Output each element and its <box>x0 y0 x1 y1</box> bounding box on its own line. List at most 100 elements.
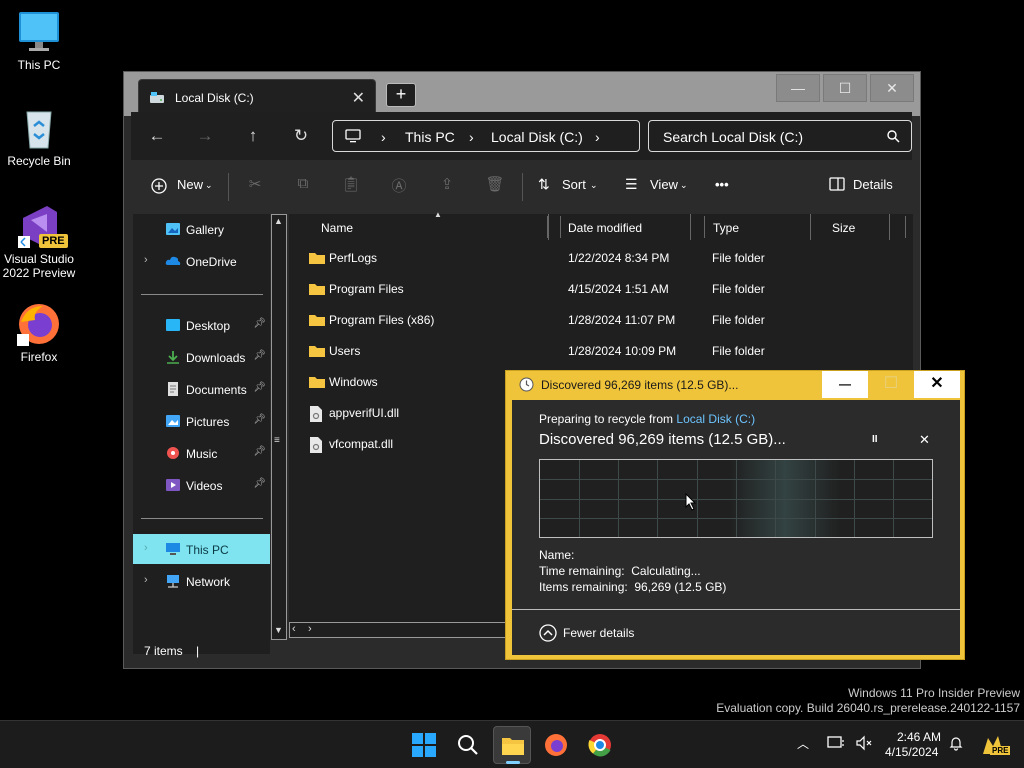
horizontal-scrollbar[interactable]: ‹ › <box>289 622 519 638</box>
dialog-divider <box>512 609 960 610</box>
tab-close-icon[interactable]: ✕ <box>352 88 365 108</box>
maximize-button[interactable]: ☐ <box>823 74 867 102</box>
chrome-icon <box>588 734 611 757</box>
firefox-taskbar-button[interactable] <box>537 726 575 764</box>
dialog-title-bar[interactable]: Discovered 96,269 items (12.5 GB)... — ☐… <box>506 371 964 399</box>
insider-pre-icon[interactable]: PRE <box>980 732 1011 761</box>
column-header-type[interactable]: Type <box>705 214 811 240</box>
command-bar: New ⌄ ✂ ⧉ 📋︎ Ⓐ ⇪ 🗑︎ ⇅ Sort ⌄ ☰ View ⌄ ••… <box>133 163 749 211</box>
copy-icon[interactable]: ⧉ <box>292 175 314 197</box>
file-date: 1/28/2024 11:07 PM <box>568 313 676 327</box>
desktop-icon-recycle-bin[interactable]: Recycle Bin <box>1 106 77 168</box>
up-button[interactable]: ↑ <box>242 125 264 147</box>
pre-badge: PRE <box>990 746 1011 755</box>
paste-icon[interactable]: 📋︎ <box>340 175 362 197</box>
status-bar: 7 items | <box>144 644 199 658</box>
watermark-line1: Windows 11 Pro Insider Preview <box>848 686 1020 700</box>
sidebar-item-onedrive[interactable]: › OneDrive <box>133 246 270 276</box>
desktop-icon-firefox[interactable]: Firefox <box>1 302 77 364</box>
folder-icon <box>309 375 325 391</box>
more-options-button[interactable]: ••• <box>715 177 729 192</box>
sidebar-scrollbar[interactable]: ▲ ≡ ▼ <box>271 214 287 640</box>
sidebar-item-downloads[interactable]: Downloads 📌︎ <box>133 342 270 372</box>
chevron-right-icon[interactable]: › <box>144 574 148 586</box>
sidebar-item-documents[interactable]: Documents 📌︎ <box>133 374 270 404</box>
table-row[interactable]: PerfLogs 1/22/2024 8:34 PM File folder <box>289 242 913 273</box>
close-button[interactable]: ✕ <box>870 74 914 102</box>
source-link[interactable]: Local Disk (C:) <box>676 412 755 426</box>
chrome-taskbar-button[interactable] <box>581 726 619 764</box>
refresh-button[interactable]: ↻ <box>290 125 312 147</box>
breadcrumb-local-disk[interactable]: Local Disk (C:) <box>491 129 583 145</box>
graph-gridline <box>540 479 932 480</box>
pin-icon[interactable]: 📌︎ <box>253 414 266 425</box>
table-row[interactable]: Users 1/28/2024 10:09 PM File folder <box>289 335 913 366</box>
column-header-date[interactable]: Date modified <box>560 214 691 240</box>
sidebar-item-desktop[interactable]: Desktop 📌︎ <box>133 310 270 340</box>
minimize-button[interactable]: — <box>776 74 820 102</box>
cut-icon[interactable]: ✂ <box>244 175 266 197</box>
dialog-close-button[interactable]: ✕ <box>914 371 960 398</box>
music-icon <box>165 446 181 460</box>
sidebar-item-pictures[interactable]: Pictures 📌︎ <box>133 406 270 436</box>
delete-icon[interactable]: 🗑︎ <box>484 175 506 197</box>
pin-icon[interactable]: 📌︎ <box>253 350 266 361</box>
picture-icon <box>165 414 181 428</box>
sidebar-item-gallery[interactable]: Gallery <box>133 214 270 244</box>
details-pane-toggle[interactable]: Details <box>809 163 911 211</box>
pin-icon[interactable]: 📌︎ <box>253 446 266 457</box>
chevron-right-icon[interactable]: › <box>144 542 148 554</box>
item-count: 7 items <box>144 644 183 658</box>
view-button[interactable]: View <box>650 177 678 192</box>
tab-local-disk[interactable]: Local Disk (C:) ✕ <box>138 79 376 115</box>
back-button[interactable]: ← <box>146 125 168 147</box>
rename-icon[interactable]: Ⓐ <box>388 175 410 197</box>
cancel-button[interactable]: ✕ <box>919 432 930 448</box>
pin-icon[interactable]: 📌︎ <box>253 318 266 329</box>
scroll-thumb[interactable]: ≡ <box>274 435 280 446</box>
scroll-left-icon[interactable]: ‹ <box>292 623 296 635</box>
sidebar-item-videos[interactable]: Videos 📌︎ <box>133 470 270 500</box>
share-icon[interactable]: ⇪ <box>436 175 458 197</box>
address-bar[interactable]: › This PC › Local Disk (C:) › <box>332 120 640 152</box>
breadcrumb-this-pc[interactable]: This PC <box>405 129 455 145</box>
recycle-bin-icon <box>17 106 61 150</box>
search-button[interactable] <box>449 726 487 764</box>
new-tab-button[interactable]: + <box>386 83 416 107</box>
sort-ascending-icon: ▲ <box>434 210 442 219</box>
chevron-up-icon[interactable]: ︿ <box>797 735 809 752</box>
sidebar-item-this-pc[interactable]: › This PC <box>133 534 270 564</box>
pin-icon[interactable]: 📌︎ <box>253 478 266 489</box>
chevron-right-icon[interactable]: › <box>144 254 148 266</box>
forward-button[interactable]: → <box>194 125 216 147</box>
file-explorer-taskbar-button[interactable] <box>493 726 531 764</box>
file-name: vfcompat.dll <box>329 437 394 451</box>
column-header-name[interactable]: Name <box>313 214 549 240</box>
scroll-up-icon[interactable]: ▲ <box>274 216 283 226</box>
clock-date[interactable]: 4/15/2024 <box>885 745 938 759</box>
pin-icon[interactable]: 📌︎ <box>253 382 266 393</box>
start-button[interactable] <box>405 726 443 764</box>
file-type: File folder <box>712 344 765 358</box>
sidebar-item-music[interactable]: Music 📌︎ <box>133 438 270 468</box>
dialog-minimize-button[interactable]: — <box>822 371 868 398</box>
search-box[interactable]: Search Local Disk (C:) <box>648 120 912 152</box>
volume-icon[interactable] <box>855 735 873 754</box>
sidebar-item-network[interactable]: › Network <box>133 566 270 596</box>
clock-time[interactable]: 2:46 AM <box>897 730 941 744</box>
desktop-icon-visual-studio[interactable]: PRE Visual Studio 2022 Preview <box>1 204 77 280</box>
scroll-down-icon[interactable]: ▼ <box>274 625 283 635</box>
table-row[interactable]: Program Files (x86) 1/28/2024 11:07 PM F… <box>289 304 913 335</box>
drive-icon <box>149 91 165 108</box>
desktop-icon-this-pc[interactable]: This PC <box>1 10 77 72</box>
network-icon[interactable] <box>827 735 845 754</box>
table-row[interactable]: Program Files 4/15/2024 1:51 AM File fol… <box>289 273 913 304</box>
tab-label: Local Disk (C:) <box>175 91 254 105</box>
new-button[interactable]: New <box>177 177 203 192</box>
sidebar-item-label: Music <box>186 447 218 461</box>
scroll-right-icon[interactable]: › <box>308 623 312 635</box>
column-header-size[interactable]: Size <box>824 214 890 240</box>
pause-button[interactable]: II <box>872 434 878 445</box>
sort-button[interactable]: Sort <box>562 177 586 192</box>
notification-bell-icon[interactable] <box>948 735 964 754</box>
